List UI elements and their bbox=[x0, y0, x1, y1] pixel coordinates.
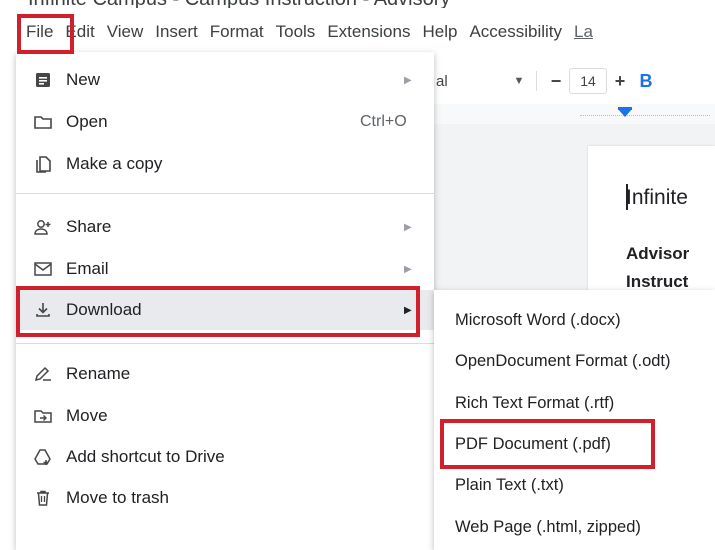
menu-tools[interactable]: Tools bbox=[270, 17, 322, 47]
email-icon bbox=[32, 258, 54, 280]
download-rtf[interactable]: Rich Text Format (.rtf) bbox=[434, 383, 715, 423]
ruler[interactable] bbox=[430, 104, 715, 124]
file-menu-label: Rename bbox=[66, 364, 131, 383]
file-menu: New ▶ Open Ctrl+O Make a copy Share ▶ Em… bbox=[16, 52, 434, 550]
submenu-arrow-icon: ▶ bbox=[404, 263, 412, 275]
menu-accessibility[interactable]: Accessibility bbox=[463, 17, 568, 47]
toolbar-divider bbox=[536, 71, 537, 91]
ruler-ticks bbox=[580, 115, 710, 117]
font-size-input[interactable]: 14 bbox=[569, 68, 607, 94]
download-submenu: Microsoft Word (.docx) OpenDocument Form… bbox=[434, 290, 715, 550]
rename-icon bbox=[32, 363, 54, 385]
menu-divider bbox=[16, 193, 434, 194]
menu-file[interactable]: File bbox=[20, 17, 59, 47]
menu-edit[interactable]: Edit bbox=[59, 17, 100, 47]
file-menu-label: Open bbox=[66, 112, 108, 131]
document-icon bbox=[32, 69, 54, 91]
download-txt[interactable]: Plain Text (.txt) bbox=[434, 465, 715, 505]
chevron-down-icon[interactable]: ▼ bbox=[508, 75, 530, 87]
file-menu-label: Download bbox=[66, 300, 142, 319]
drive-shortcut-icon bbox=[32, 446, 54, 468]
menu-view[interactable]: View bbox=[101, 17, 150, 47]
last-edit-link[interactable]: La bbox=[568, 17, 599, 47]
download-odt[interactable]: OpenDocument Format (.odt) bbox=[434, 341, 715, 381]
menu-divider bbox=[16, 343, 434, 344]
file-menu-label: New bbox=[66, 70, 101, 89]
file-menu-open[interactable]: Open Ctrl+O bbox=[16, 102, 434, 142]
trash-icon bbox=[32, 487, 54, 509]
toolbar: al ▼ − 14 + B bbox=[430, 64, 715, 98]
document-subheading: Advisor bbox=[626, 244, 690, 263]
file-menu-move[interactable]: Move bbox=[16, 396, 434, 436]
indent-marker-icon[interactable] bbox=[618, 109, 632, 117]
menu-help[interactable]: Help bbox=[416, 17, 463, 47]
file-menu-label: Move bbox=[66, 406, 108, 425]
increase-font-size-button[interactable]: + bbox=[607, 68, 633, 94]
file-menu-move-to-trash[interactable]: Move to trash bbox=[16, 478, 434, 518]
keyboard-shortcut: Ctrl+O bbox=[360, 113, 407, 130]
document-subheading: Instruct bbox=[626, 272, 689, 291]
copy-icon bbox=[32, 153, 54, 175]
submenu-arrow-icon: ▶ bbox=[404, 221, 412, 233]
file-menu-add-shortcut[interactable]: Add shortcut to Drive bbox=[16, 437, 434, 477]
document-heading: Infinite bbox=[626, 186, 688, 209]
document-title-bar: Infinite Campus - Campus Instruction - A… bbox=[0, 0, 715, 8]
move-icon bbox=[32, 405, 54, 427]
file-menu-share[interactable]: Share ▶ bbox=[16, 207, 434, 247]
decrease-font-size-button[interactable]: − bbox=[543, 68, 569, 94]
file-menu-label: Add shortcut to Drive bbox=[66, 447, 225, 466]
menu-insert[interactable]: Insert bbox=[149, 17, 204, 47]
file-menu-label: Make a copy bbox=[66, 154, 163, 173]
submenu-arrow-icon: ▶ bbox=[404, 304, 412, 316]
font-family-select[interactable]: al bbox=[430, 73, 508, 90]
download-pdf[interactable]: PDF Document (.pdf) bbox=[434, 424, 715, 464]
menu-extensions[interactable]: Extensions bbox=[321, 17, 416, 47]
file-menu-rename[interactable]: Rename bbox=[16, 354, 434, 394]
file-menu-label: Move to trash bbox=[66, 488, 169, 507]
submenu-arrow-icon: ▶ bbox=[404, 74, 412, 86]
bold-button[interactable]: B bbox=[633, 71, 659, 92]
file-menu-download[interactable]: Download ▶ bbox=[16, 290, 434, 330]
file-menu-label: Email bbox=[66, 259, 109, 278]
download-html[interactable]: Web Page (.html, zipped) bbox=[434, 507, 715, 547]
download-icon bbox=[32, 299, 54, 321]
file-menu-email[interactable]: Email ▶ bbox=[16, 249, 434, 289]
file-menu-make-copy[interactable]: Make a copy bbox=[16, 144, 434, 184]
file-menu-label: Share bbox=[66, 217, 112, 236]
download-docx[interactable]: Microsoft Word (.docx) bbox=[434, 300, 715, 340]
file-menu-new[interactable]: New ▶ bbox=[16, 60, 434, 100]
folder-icon bbox=[32, 111, 54, 133]
menu-format[interactable]: Format bbox=[204, 17, 270, 47]
share-person-icon bbox=[32, 216, 54, 238]
menu-bar: File Edit View Insert Format Tools Exten… bbox=[0, 14, 715, 50]
